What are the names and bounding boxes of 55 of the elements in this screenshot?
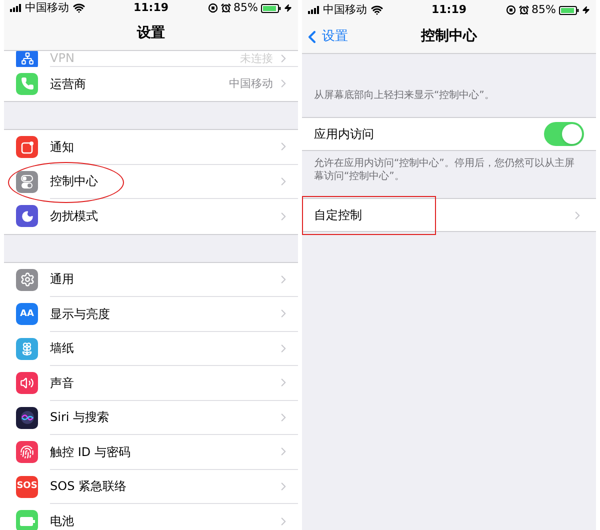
battery-percent: 85% [532, 2, 556, 18]
row-label: 勿扰模式 [50, 208, 98, 226]
battery-percent: 85% [234, 0, 258, 16]
row-label: 电池 [50, 513, 74, 530]
settings-row[interactable]: 墙纸 [4, 332, 298, 366]
settings-row[interactable]: 通用 [4, 262, 298, 297]
row-label: 声音 [50, 374, 74, 392]
charging-icon [582, 6, 590, 14]
settings-row[interactable]: 电池 [4, 504, 298, 530]
carrier-name: 中国移动 [323, 2, 367, 18]
settings-row[interactable]: AA 显示与亮度 [4, 297, 298, 332]
settings-row[interactable]: 通知 [4, 130, 298, 164]
settings-row[interactable]: 声音 [4, 366, 298, 400]
row-value: 中国移动 [229, 76, 273, 92]
status-time: 11:19 [432, 2, 466, 18]
rotation-lock-icon [506, 5, 516, 15]
icon-label: AA [20, 310, 34, 319]
settings-row[interactable]: 运营商 中国移动 [4, 66, 298, 101]
settings-row[interactable]: 触控 ID 与密码 [4, 435, 298, 470]
signal-icon [308, 6, 321, 14]
row-label: 控制中心 [50, 173, 98, 190]
row-label: 触控 ID 与密码 [50, 444, 130, 461]
section-footer: 允许在应用内访问“控制中心”。停用后，您仍然可以从主屏幕访问“控制中心”。 [314, 157, 584, 183]
section-description: 从屏幕底部向上轻扫来显示“控制中心”。 [314, 88, 494, 103]
icon-label: SOS [16, 482, 38, 492]
row-label: 通知 [50, 138, 74, 156]
row-label: 显示与亮度 [50, 306, 110, 323]
page-title: 控制中心 [421, 26, 477, 46]
row-label: SOS 紧急联络 [50, 478, 126, 496]
battery-icon [559, 6, 579, 14]
toggle-switch[interactable] [544, 122, 584, 146]
carrier-name: 中国移动 [25, 0, 69, 16]
row-label: 墙纸 [50, 340, 74, 358]
row-label: 通用 [50, 271, 74, 288]
signal-icon [10, 4, 23, 12]
alarm-icon [220, 3, 231, 14]
status-time: 11:19 [134, 0, 168, 16]
settings-row[interactable]: Siri 与搜索 [4, 400, 298, 435]
row-label: 自定控制 [314, 207, 362, 224]
row-label: 应用内访问 [314, 126, 374, 143]
alarm-icon [518, 5, 529, 15]
back-button[interactable]: 设置 [302, 26, 348, 46]
settings-row[interactable]: SOS SOS 紧急联络 [4, 470, 298, 504]
page-title: 设置 [137, 24, 165, 42]
settings-row[interactable]: 勿扰模式 [4, 199, 298, 234]
row-label: 运营商 [50, 76, 86, 93]
row-label: Siri 与搜索 [50, 409, 110, 426]
rotation-lock-icon [208, 3, 218, 14]
charging-icon [284, 4, 292, 12]
settings-row[interactable]: 控制中心 [4, 164, 298, 199]
row-label: VPN [50, 52, 74, 64]
wifi-icon [371, 4, 383, 16]
wifi-icon [73, 2, 85, 14]
battery-icon [261, 4, 281, 13]
settings-row[interactable]: 自定控制 [302, 198, 596, 232]
